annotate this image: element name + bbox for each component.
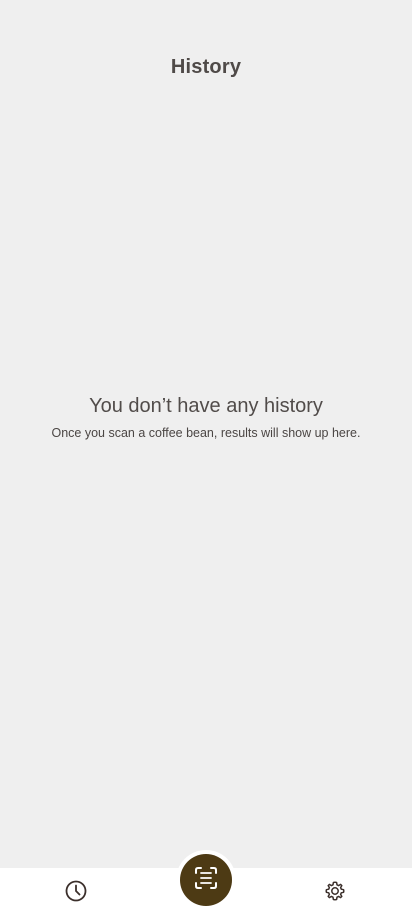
scan-button[interactable]: [180, 854, 232, 906]
page-title: History: [170, 56, 242, 78]
page-header: History: [0, 56, 412, 79]
empty-state-title: You don’t have any history: [89, 395, 323, 417]
clock-icon: [64, 879, 88, 908]
gear-icon: [323, 879, 347, 908]
app-screen: History You don’t have any history Once …: [0, 0, 412, 917]
scan-icon: [193, 865, 219, 896]
nav-history-button[interactable]: [62, 879, 90, 907]
empty-state: You don’t have any history Once you scan…: [0, 395, 412, 440]
nav-settings-button[interactable]: [321, 879, 349, 907]
empty-state-subtitle: Once you scan a coffee bean, results wil…: [51, 426, 361, 440]
scan-button-container: [176, 850, 236, 910]
